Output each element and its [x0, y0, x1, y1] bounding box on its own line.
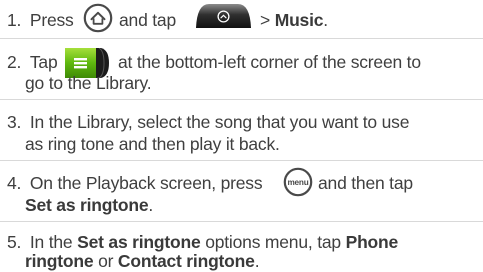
ringtone-label: ringtone: [25, 251, 94, 271]
step-text: .: [254, 251, 260, 271]
menu-key-label: menu: [287, 178, 308, 187]
step-2-line-1b: at the bottom-left corner of the screen …: [118, 51, 421, 73]
divider: [0, 160, 483, 161]
step-text: go to the Library.: [25, 73, 152, 93]
step-number: 3.: [7, 112, 22, 132]
contact-ringtone-label: Contact ringtone: [117, 251, 255, 271]
home-key-icon: [83, 3, 113, 33]
step-text: options menu, tap: [200, 232, 346, 252]
step-text: or: [93, 251, 118, 271]
step-2-line-2: go to the Library.: [25, 72, 152, 94]
step-4-line-2: Set as ringtone.: [25, 194, 153, 216]
step-5-line-2: ringtone or Contact ringtone.: [25, 250, 260, 272]
phone-label: Phone: [345, 232, 399, 252]
step-3-line-2: as ring tone and then play it back.: [25, 133, 280, 155]
music-label: Music: [274, 10, 324, 30]
step-text: Press: [29, 10, 74, 30]
step-4-line-1b: and then tap: [318, 172, 413, 194]
step-number: 4.: [7, 173, 22, 193]
set-as-ringtone-label: Set as ringtone: [25, 195, 149, 215]
step-text: In the: [29, 232, 78, 252]
step-4-line-1: 4. On the Playback screen, press: [7, 172, 263, 194]
step-text: Tap: [29, 52, 58, 72]
launcher-tab-icon: [196, 4, 251, 28]
step-text: >: [260, 10, 275, 30]
step-3-line-1: 3. In the Library, select the song that …: [7, 111, 409, 133]
step-number: 1.: [7, 10, 22, 30]
step-text: as ring tone and then play it back.: [25, 134, 280, 154]
step-text: In the Library, select the song that you…: [29, 112, 410, 132]
step-2-line-1: 2. Tap: [7, 51, 58, 73]
divider: [0, 221, 483, 222]
menu-key-icon: menu: [283, 167, 313, 197]
step-text: and tap: [119, 10, 176, 30]
step-text: and then tap: [318, 173, 413, 193]
step-1-line-1c: > Music.: [260, 9, 328, 31]
step-text: .: [148, 195, 154, 215]
step-number: 2.: [7, 52, 22, 72]
divider: [0, 99, 483, 100]
step-number: 5.: [7, 232, 22, 252]
step-1-line-1b: and tap: [119, 9, 176, 31]
step-1-line-1: 1. Press: [7, 9, 74, 31]
step-text: at the bottom-left corner of the screen …: [118, 52, 421, 72]
set-as-ringtone-label: Set as ringtone: [77, 232, 201, 252]
instruction-steps: 1. Press and tap > Music. 2. Tap at the …: [0, 0, 483, 272]
step-text: On the Playback screen, press: [29, 173, 263, 193]
step-text: .: [323, 10, 328, 30]
divider: [0, 38, 483, 39]
